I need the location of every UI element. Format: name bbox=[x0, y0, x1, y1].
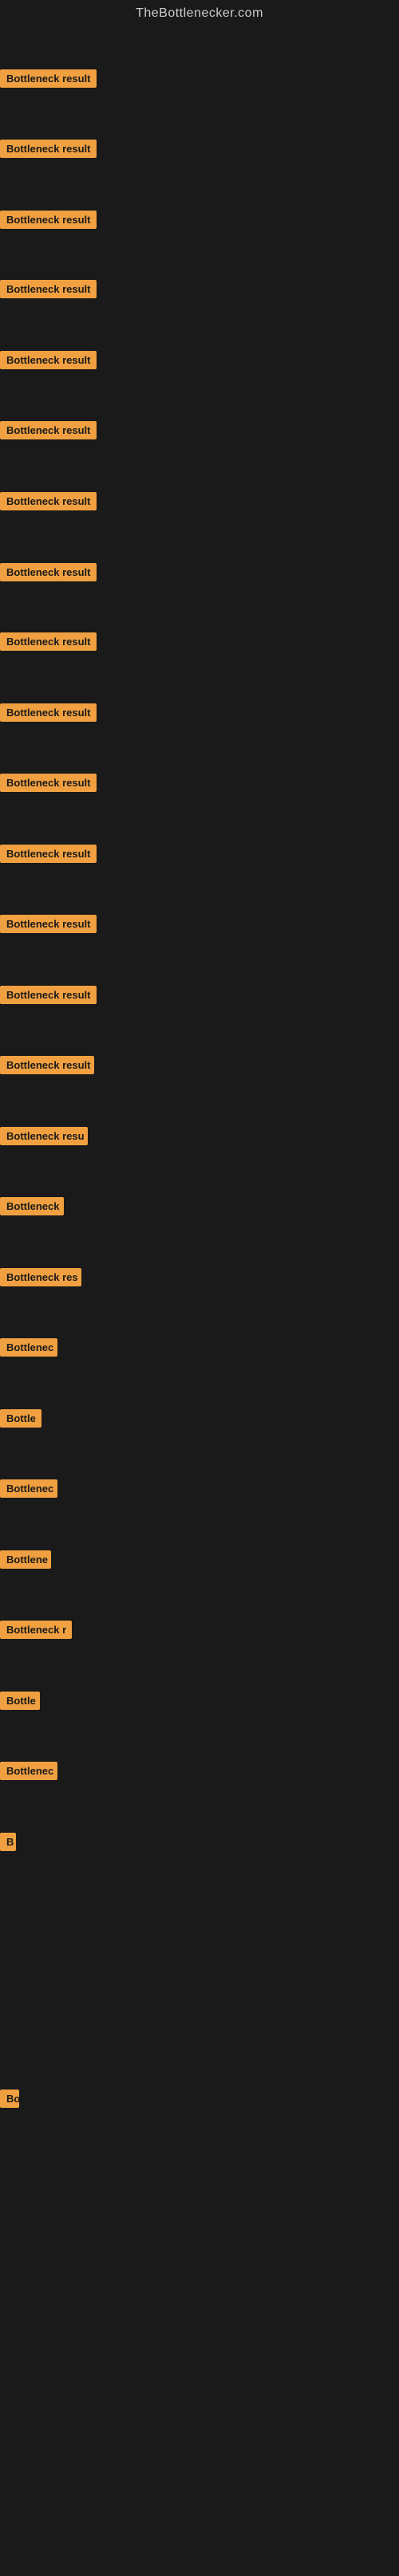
bottleneck-item-10: Bottleneck result bbox=[0, 703, 97, 726]
bottleneck-item-2: Bottleneck result bbox=[0, 140, 97, 162]
bottleneck-badge-1[interactable]: Bottleneck result bbox=[0, 69, 97, 88]
bottleneck-badge-13[interactable]: Bottleneck result bbox=[0, 915, 97, 933]
bottleneck-badge-11[interactable]: Bottleneck result bbox=[0, 774, 97, 792]
bottleneck-item-11: Bottleneck result bbox=[0, 774, 97, 796]
bottleneck-item-25: Bottlenec bbox=[0, 1762, 57, 1784]
bottleneck-item-13: Bottleneck result bbox=[0, 915, 97, 937]
bottleneck-badge-9[interactable]: Bottleneck result bbox=[0, 632, 97, 651]
bottleneck-item-20: Bottle bbox=[0, 1409, 41, 1432]
bottleneck-item-4: Bottleneck result bbox=[0, 280, 97, 302]
bottleneck-badge-15[interactable]: Bottleneck result bbox=[0, 1056, 94, 1074]
bottleneck-badge-23[interactable]: Bottleneck r bbox=[0, 1621, 72, 1639]
bottleneck-item-24: Bottle bbox=[0, 1692, 40, 1714]
bottleneck-item-15: Bottleneck result bbox=[0, 1056, 94, 1078]
bottleneck-badge-2[interactable]: Bottleneck result bbox=[0, 140, 97, 158]
bottleneck-item-8: Bottleneck result bbox=[0, 563, 97, 585]
bottleneck-badge-12[interactable]: Bottleneck result bbox=[0, 845, 97, 863]
bottleneck-badge-24[interactable]: Bottle bbox=[0, 1692, 40, 1710]
bottleneck-item-7: Bottleneck result bbox=[0, 492, 97, 514]
bottleneck-item-17: Bottleneck bbox=[0, 1197, 64, 1219]
bottleneck-item-12: Bottleneck result bbox=[0, 845, 97, 867]
bottleneck-badge-7[interactable]: Bottleneck result bbox=[0, 492, 97, 510]
bottleneck-item-26: B bbox=[0, 1833, 16, 1855]
bottleneck-badge-26[interactable]: B bbox=[0, 1833, 16, 1851]
bottleneck-badge-18[interactable]: Bottleneck res bbox=[0, 1268, 81, 1286]
bottleneck-item-6: Bottleneck result bbox=[0, 421, 97, 443]
bottleneck-badge-16[interactable]: Bottleneck resu bbox=[0, 1127, 88, 1145]
bottleneck-item-21: Bottlenec bbox=[0, 1479, 57, 1502]
bottleneck-item-18: Bottleneck res bbox=[0, 1268, 81, 1290]
bottleneck-badge-19[interactable]: Bottlenec bbox=[0, 1338, 57, 1357]
bottleneck-badge-10[interactable]: Bottleneck result bbox=[0, 703, 97, 722]
bottleneck-badge-3[interactable]: Bottleneck result bbox=[0, 211, 97, 229]
bottleneck-item-14: Bottleneck result bbox=[0, 986, 97, 1008]
bottleneck-badge-17[interactable]: Bottleneck bbox=[0, 1197, 64, 1215]
bottleneck-item-1: Bottleneck result bbox=[0, 69, 97, 92]
site-title: TheBottlenecker.com bbox=[0, 0, 399, 24]
bottleneck-badge-22[interactable]: Bottlene bbox=[0, 1550, 51, 1569]
bottleneck-item-23: Bottleneck r bbox=[0, 1621, 72, 1643]
bottleneck-badge-5[interactable]: Bottleneck result bbox=[0, 351, 97, 369]
bottleneck-item-16: Bottleneck resu bbox=[0, 1127, 88, 1149]
bottleneck-item-9: Bottleneck result bbox=[0, 632, 97, 655]
bottleneck-item-22: Bottlene bbox=[0, 1550, 51, 1573]
bottleneck-badge-27[interactable]: Bo bbox=[0, 2090, 19, 2108]
bottleneck-badge-6[interactable]: Bottleneck result bbox=[0, 421, 97, 439]
bottleneck-badge-14[interactable]: Bottleneck result bbox=[0, 986, 97, 1004]
bottleneck-badge-4[interactable]: Bottleneck result bbox=[0, 280, 97, 298]
bottleneck-item-5: Bottleneck result bbox=[0, 351, 97, 373]
bottleneck-badge-8[interactable]: Bottleneck result bbox=[0, 563, 97, 581]
bottleneck-item-27: Bo bbox=[0, 2090, 19, 2112]
bottleneck-item-3: Bottleneck result bbox=[0, 211, 97, 233]
bottleneck-badge-20[interactable]: Bottle bbox=[0, 1409, 41, 1428]
bottleneck-badge-21[interactable]: Bottlenec bbox=[0, 1479, 57, 1498]
bottleneck-item-19: Bottlenec bbox=[0, 1338, 57, 1361]
bottleneck-badge-25[interactable]: Bottlenec bbox=[0, 1762, 57, 1780]
